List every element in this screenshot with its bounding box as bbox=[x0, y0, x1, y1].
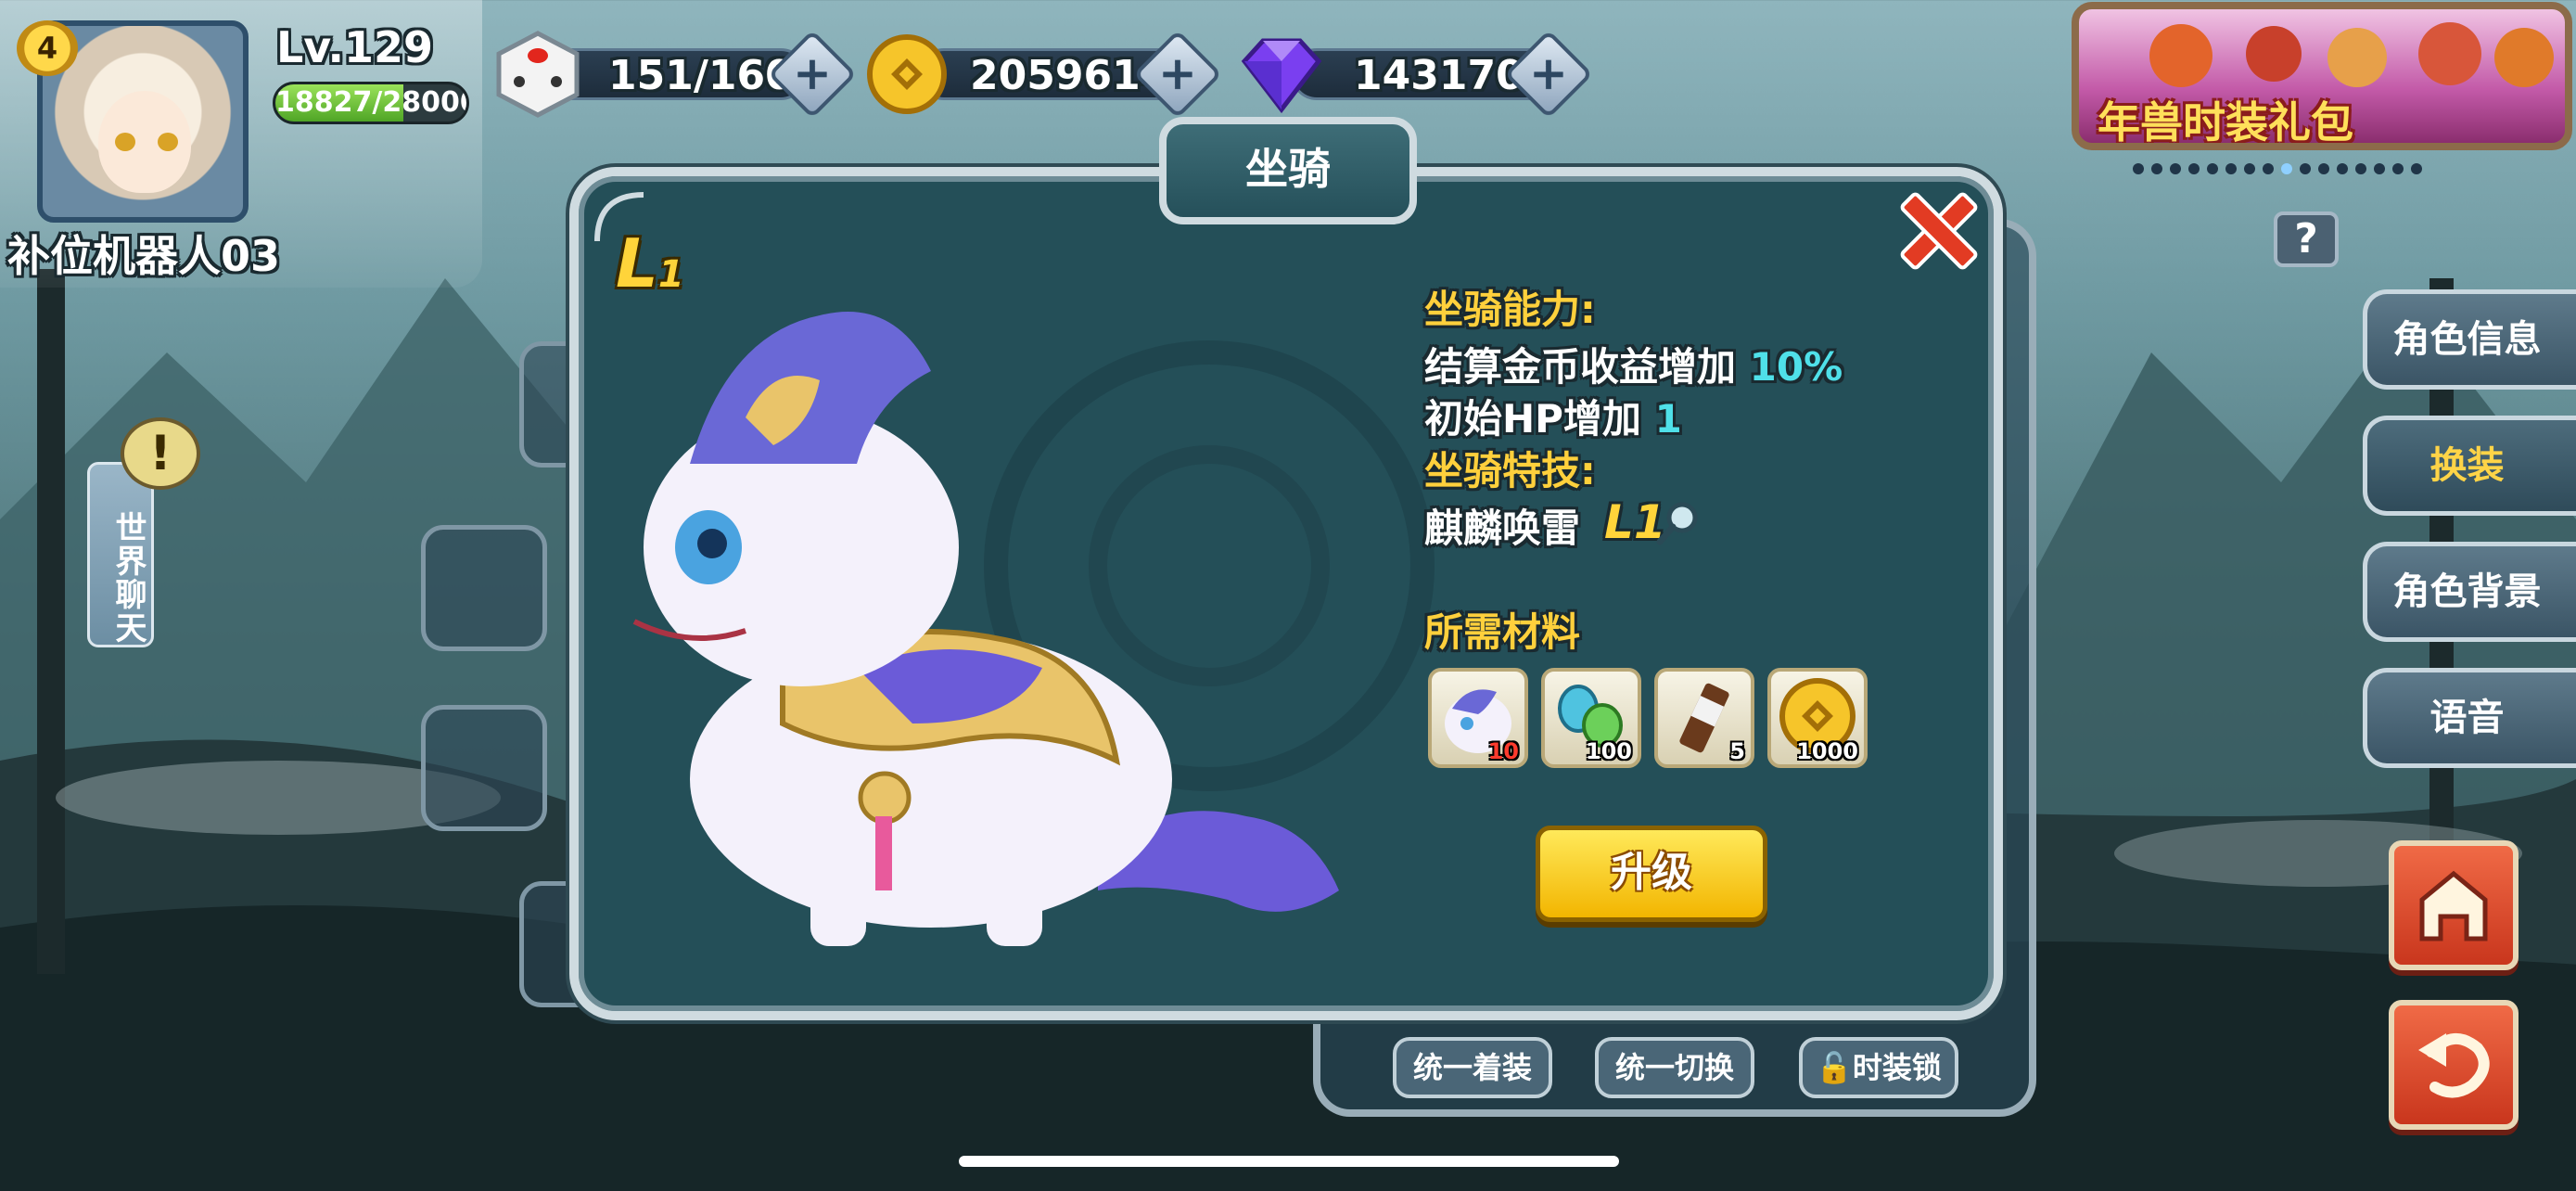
banner-page-dot bbox=[2133, 163, 2144, 174]
banner-page-dot bbox=[2374, 163, 2385, 174]
banner-page-dot bbox=[2263, 163, 2274, 174]
stamina-currency: 151/160 + bbox=[491, 28, 858, 120]
level-number: 1 bbox=[657, 253, 684, 296]
back-arrow-icon bbox=[2418, 1033, 2490, 1098]
home-button[interactable] bbox=[2389, 840, 2519, 970]
plus-icon: + bbox=[793, 46, 832, 100]
gold-currency: 2059614 + bbox=[862, 28, 1223, 120]
ability-heading: 坐骑能力: bbox=[1424, 287, 1596, 332]
banner-page-dot bbox=[2355, 163, 2366, 174]
skill-name: 麒麟唤雷 bbox=[1424, 506, 1581, 551]
vip-crown-badge: 4 bbox=[17, 20, 78, 76]
home-icon bbox=[2419, 870, 2488, 941]
chat-alert-icon: ! bbox=[121, 417, 200, 490]
qilin-mount-illustration bbox=[632, 312, 1339, 946]
player-level: Lv.129 bbox=[276, 22, 434, 72]
player-name: 补位机器人03 bbox=[7, 231, 281, 281]
ability-line-hp: 初始HP增加 1 bbox=[1424, 388, 1682, 444]
gold-coin-icon bbox=[867, 34, 947, 114]
banner-page-dots bbox=[2133, 160, 2467, 178]
dialog-title: 坐骑 bbox=[1159, 117, 1417, 224]
tab-label: 换装 bbox=[2429, 444, 2505, 487]
banner-page-dot bbox=[2392, 163, 2404, 174]
mount-dialog bbox=[569, 167, 2003, 1020]
tab-character-info[interactable]: 角色信息 bbox=[2363, 289, 2576, 390]
ability-label: 结算金币收益增加 bbox=[1424, 344, 1737, 390]
fashion-lock-button[interactable]: 🔓时装锁 bbox=[1799, 1037, 1958, 1098]
skill-heading: 坐骑特技: bbox=[1424, 448, 1596, 493]
banner-page-dot bbox=[2337, 163, 2348, 174]
material-count: 10 bbox=[1487, 738, 1519, 764]
tab-character-background[interactable]: 角色背景 bbox=[2363, 542, 2576, 642]
vip-level: 4 bbox=[36, 31, 58, 66]
tab-label: 语音 bbox=[2429, 697, 2505, 739]
diamond-value: 143170 bbox=[1354, 52, 1524, 99]
add-diamond-button[interactable]: + bbox=[1503, 29, 1594, 120]
materials-heading: 所需材料 bbox=[1424, 609, 1581, 655]
add-stamina-button[interactable]: + bbox=[767, 29, 858, 120]
banner-page-dot bbox=[2281, 163, 2292, 174]
banner-title: 年兽时装礼包 bbox=[2098, 97, 2353, 147]
banner-page-dot bbox=[2318, 163, 2329, 174]
stamina-value: 151/160 bbox=[608, 52, 794, 99]
tab-label: 角色背景 bbox=[2392, 570, 2542, 613]
question-icon: ? bbox=[2294, 215, 2318, 263]
upgrade-label: 升级 bbox=[1611, 849, 1692, 896]
close-button[interactable] bbox=[1892, 186, 1975, 269]
level-letter: L bbox=[616, 224, 658, 302]
banner-page-dot bbox=[2244, 163, 2255, 174]
help-button[interactable]: ? bbox=[2274, 211, 2339, 267]
ability-line-gold: 结算金币收益增加 10% bbox=[1424, 336, 1843, 392]
banner-page-dot bbox=[2300, 163, 2311, 174]
plus-icon: + bbox=[1529, 46, 1568, 100]
button-label: 统一着装 bbox=[1412, 1050, 1532, 1085]
tab-voice[interactable]: 语音 bbox=[2363, 668, 2576, 768]
add-gold-button[interactable]: + bbox=[1132, 29, 1223, 120]
equipment-slot-costume[interactable] bbox=[421, 525, 547, 651]
material-slot-gold[interactable]: 1000 bbox=[1767, 668, 1868, 768]
avatar-eye-left bbox=[115, 133, 135, 151]
ability-label: 初始HP增加 bbox=[1424, 396, 1641, 442]
alert-mark: ! bbox=[149, 426, 172, 481]
equipment-slot-weapon[interactable] bbox=[421, 705, 547, 831]
banner-page-dot bbox=[2207, 163, 2218, 174]
exp-bar: 18827/28000 bbox=[273, 82, 469, 124]
material-slot-qilin[interactable]: 10 bbox=[1428, 668, 1528, 768]
world-chat-label: 世界聊天 bbox=[109, 511, 147, 645]
lock-icon: 🔓 bbox=[1816, 1050, 1853, 1085]
banner-page-dot bbox=[2170, 163, 2181, 174]
material-count: 1000 bbox=[1796, 738, 1858, 764]
button-label: 统一切换 bbox=[1614, 1050, 1734, 1085]
diamond-gem-icon bbox=[1241, 38, 1322, 114]
upgrade-button[interactable]: 升级 bbox=[1536, 826, 1767, 922]
banner-page-dot bbox=[2188, 163, 2200, 174]
diamond-currency: 143170 + bbox=[1235, 28, 1594, 120]
back-button[interactable] bbox=[2389, 1000, 2519, 1130]
plus-icon: + bbox=[1158, 46, 1197, 100]
banner-page-dot bbox=[2151, 163, 2162, 174]
button-label: 时装锁 bbox=[1852, 1050, 1942, 1085]
home-indicator-bar[interactable] bbox=[959, 1156, 1619, 1167]
unify-outfit-button[interactable]: 统一着装 bbox=[1393, 1037, 1552, 1098]
exp-text: 18827/28000 bbox=[275, 86, 469, 119]
avatar-eye-right bbox=[158, 133, 178, 151]
banner-page-dot bbox=[2411, 163, 2422, 174]
tab-dress-up[interactable]: 换装 bbox=[2363, 416, 2576, 516]
ability-value: 1 bbox=[1654, 396, 1682, 442]
event-banner[interactable]: 年兽时装礼包 bbox=[2072, 2, 2572, 150]
ability-value: 10% bbox=[1749, 344, 1843, 390]
dice-icon bbox=[496, 31, 580, 118]
material-count: 100 bbox=[1585, 738, 1632, 764]
unify-switch-button[interactable]: 统一切换 bbox=[1595, 1037, 1754, 1098]
tab-label: 角色信息 bbox=[2392, 318, 2542, 361]
mount-level-badge: L1 bbox=[616, 224, 684, 302]
material-count: 5 bbox=[1729, 738, 1745, 764]
world-chat-tab[interactable]: 世界聊天 bbox=[87, 462, 154, 647]
material-slot-scroll[interactable]: 100 bbox=[1541, 668, 1641, 768]
magnifier-icon[interactable] bbox=[1654, 499, 1702, 547]
banner-page-dot bbox=[2225, 163, 2237, 174]
material-slot-chocolate[interactable]: 5 bbox=[1654, 668, 1754, 768]
